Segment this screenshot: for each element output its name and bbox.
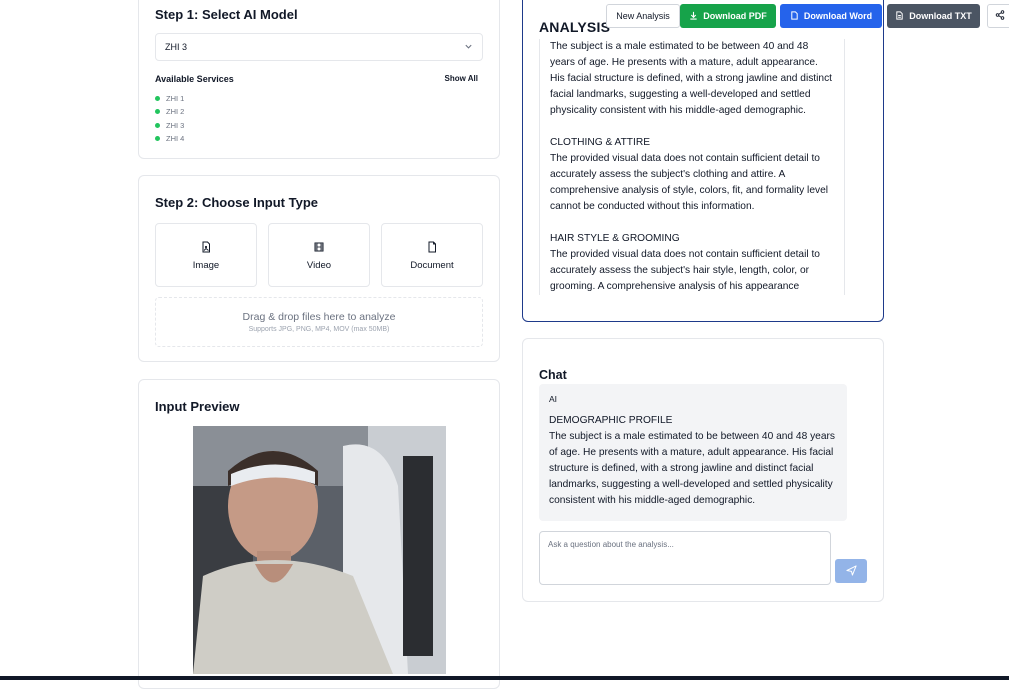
chat-sender: AI: [549, 394, 558, 404]
services-title: Available Services: [155, 74, 234, 84]
step2-card: Step 2: Choose Input Type Image Video Do…: [138, 175, 500, 362]
analysis-title: ANALYSIS: [539, 18, 611, 35]
file-dropzone[interactable]: Drag & drop files here to analyze Suppor…: [155, 297, 483, 347]
analysis-paragraph: HAIR STYLE & GROOMING The provided visua…: [550, 233, 820, 292]
taskbar-edge: [0, 676, 1009, 680]
status-dot-icon: [155, 122, 160, 128]
document-icon: [426, 240, 438, 252]
image-file-icon: [200, 240, 212, 252]
preview-title: Input Preview: [155, 399, 240, 414]
download-word-button[interactable]: Download Word: [780, 4, 882, 28]
analysis-text-panel[interactable]: The subject is a male estimated to be be…: [539, 39, 845, 295]
send-icon: [845, 564, 857, 579]
text-file-icon: [895, 10, 904, 22]
status-dot-icon: [155, 136, 160, 142]
status-dot-icon: [155, 109, 160, 115]
model-select[interactable]: ZHI 3: [155, 33, 483, 61]
input-type-image-button[interactable]: Image: [155, 223, 257, 287]
input-preview-image: [193, 426, 446, 674]
input-type-video-button[interactable]: Video: [268, 223, 370, 287]
status-dot-icon: [155, 96, 160, 102]
services-list: ZHI 1 ZHI 2 ZHI 3 ZHI 4: [155, 92, 184, 145]
film-icon: [313, 240, 325, 252]
share-button[interactable]: [987, 4, 1009, 28]
service-item: ZHI 4: [155, 132, 184, 145]
chat-input[interactable]: [539, 531, 831, 585]
analysis-card: ANALYSIS The subject is a male estimated…: [522, 0, 884, 322]
service-item: ZHI 1: [155, 92, 184, 105]
step1-title: Step 1: Select AI Model: [155, 7, 298, 22]
analysis-paragraph: CLOTHING & ATTIRE The provided visual da…: [550, 137, 829, 212]
service-item: ZHI 2: [155, 105, 184, 118]
service-item: ZHI 3: [155, 119, 184, 132]
download-pdf-button[interactable]: Download PDF: [680, 4, 776, 28]
download-txt-button[interactable]: Download TXT: [887, 4, 980, 28]
chat-message-text: DEMOGRAPHIC PROFILE The subject is a mal…: [549, 415, 835, 506]
step2-title: Step 2: Choose Input Type: [155, 195, 318, 210]
model-select-value: ZHI 3: [165, 42, 188, 52]
show-all-button[interactable]: Show All: [445, 74, 478, 83]
chat-title: Chat: [539, 368, 567, 383]
share-icon: [995, 10, 1005, 22]
dropzone-text: Drag & drop files here to analyze: [242, 311, 396, 323]
send-button[interactable]: [835, 559, 867, 583]
chat-message: AI DEMOGRAPHIC PROFILE The subject is a …: [539, 384, 847, 521]
chevron-down-icon: [464, 42, 473, 53]
dropzone-subtext: Supports JPG, PNG, MP4, MOV (max 50MB): [248, 326, 390, 333]
step1-card: Step 1: Select AI Model ZHI 3 Available …: [138, 0, 500, 159]
document-icon: [790, 10, 799, 22]
input-type-document-button[interactable]: Document: [381, 223, 483, 287]
analysis-paragraph: The subject is a male estimated to be be…: [550, 41, 832, 116]
input-preview-card: Input Preview: [138, 379, 500, 689]
download-icon: [689, 11, 698, 22]
chat-card: Chat AI DEMOGRAPHIC PROFILE The subject …: [522, 338, 884, 602]
new-analysis-button[interactable]: New Analysis: [606, 4, 680, 28]
